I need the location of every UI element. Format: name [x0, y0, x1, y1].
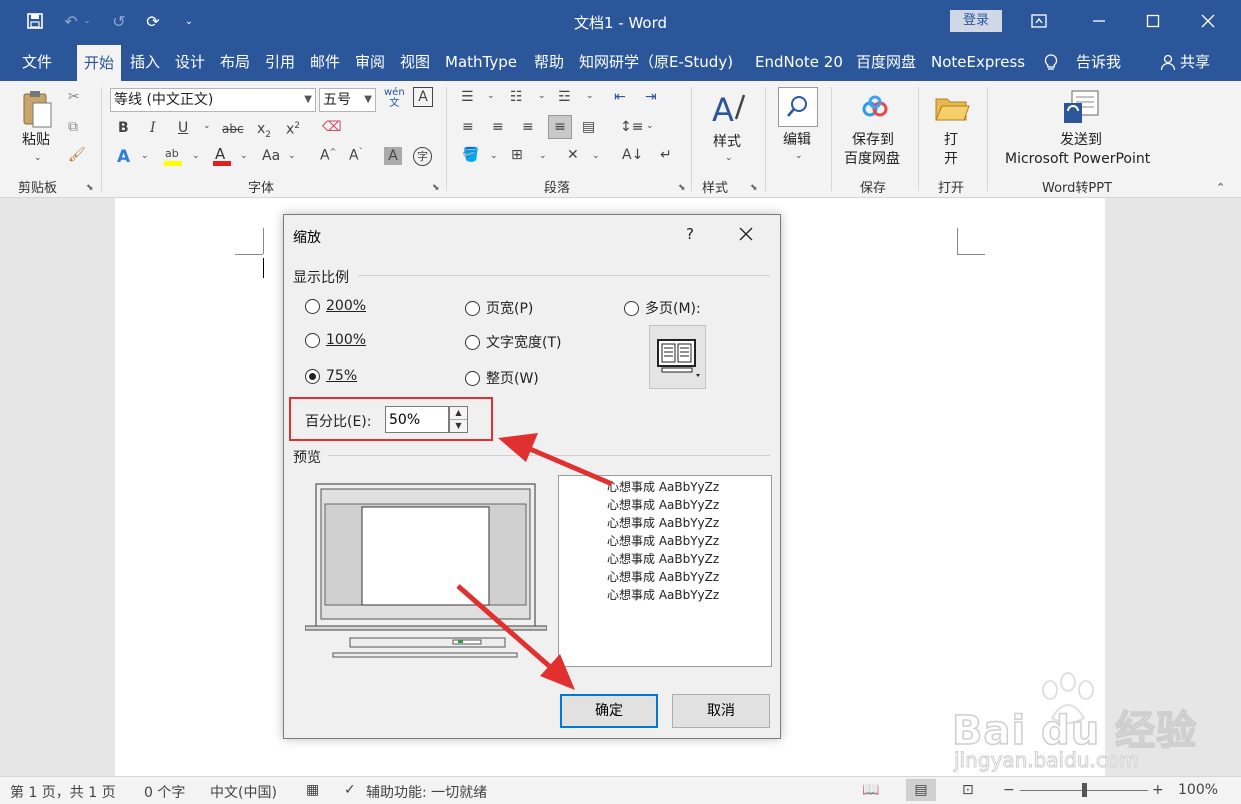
print-layout-icon[interactable]: ▤: [906, 779, 936, 801]
arrow-to-percent: [498, 433, 613, 487]
zoom-slider-thumb[interactable]: [1082, 783, 1087, 797]
watermark-url: jingyan.baidu.com: [954, 748, 1140, 773]
macro-icon[interactable]: ▦: [306, 782, 319, 798]
accessibility-status[interactable]: 辅助功能: 一切就绪: [366, 782, 487, 802]
status-bar: 第 1 页，共 1 页 0 个字 中文(中国) ▦ ✓ 辅助功能: 一切就绪 📖…: [0, 776, 1241, 804]
language[interactable]: 中文(中国): [210, 782, 277, 802]
zoom-level[interactable]: 100%: [1178, 782, 1218, 798]
read-mode-icon[interactable]: 📖: [862, 782, 879, 798]
page-info[interactable]: 第 1 页，共 1 页: [10, 782, 116, 802]
accessibility-icon: ✓: [344, 782, 356, 798]
zoom-in-icon[interactable]: +: [1152, 782, 1164, 798]
word-count[interactable]: 0 个字: [144, 782, 185, 802]
watermark: Bai du 经验 jingyan.baidu.com: [940, 670, 1240, 780]
arrow-to-ok: [456, 584, 575, 690]
zoom-out-icon[interactable]: −: [1003, 782, 1015, 798]
web-layout-icon[interactable]: ⊡: [962, 782, 974, 798]
